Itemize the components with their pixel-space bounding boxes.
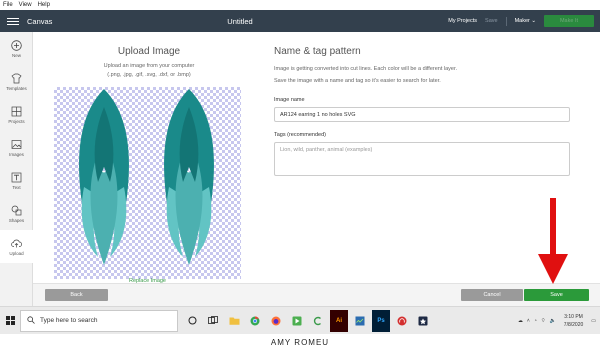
sidebar-item-label: New xyxy=(11,52,21,58)
media-player-icon[interactable] xyxy=(288,310,306,332)
menu-bar: File View Help xyxy=(0,0,600,10)
sidebar-item-upload[interactable]: Upload xyxy=(0,230,33,263)
cancel-button[interactable]: Cancel xyxy=(461,289,523,301)
sidebar-item-images[interactable]: Images xyxy=(0,131,33,164)
form-desc-line-2: Save the image with a name and tag so it… xyxy=(274,78,441,84)
sidebar-item-shapes[interactable]: Shapes xyxy=(0,197,33,230)
upload-column: Upload Image Upload an image from your c… xyxy=(54,46,244,80)
grid-icon xyxy=(11,106,22,117)
plus-icon xyxy=(11,39,22,51)
text-icon xyxy=(11,172,22,183)
clock-time: 3:10 PM xyxy=(564,314,583,320)
app-header: Canvas Untitled My Projects Save Maker ⌄… xyxy=(0,10,600,32)
menu-help[interactable]: Help xyxy=(38,2,50,8)
sidebar: New Templates Projects Images Text Shape… xyxy=(0,32,33,306)
upload-instructions: Upload an image from your computer (.png… xyxy=(54,62,244,80)
cloud-upload-icon xyxy=(11,238,22,249)
cortana-icon[interactable] xyxy=(183,310,201,332)
firefox-icon[interactable] xyxy=(267,310,285,332)
file-explorer-icon[interactable] xyxy=(225,310,243,332)
document-title: Untitled xyxy=(227,16,253,26)
sidebar-item-label: Shapes xyxy=(8,217,25,223)
save-link[interactable]: Save xyxy=(485,18,498,24)
image-caption: AMY ROMEU xyxy=(270,338,330,347)
menu-view[interactable]: View xyxy=(19,2,32,8)
upload-panel: Upload Image Upload an image from your c… xyxy=(33,32,600,306)
image-name-label: Image name xyxy=(274,97,305,103)
sidebar-item-text[interactable]: Text xyxy=(0,164,33,197)
save-button[interactable]: Save xyxy=(524,289,589,301)
upload-subtitle: Upload an image from your computer xyxy=(103,63,195,69)
menu-file[interactable]: File xyxy=(3,2,13,8)
volume-icon[interactable]: 🔈 xyxy=(550,318,556,324)
machine-label: Maker xyxy=(514,18,530,24)
sidebar-item-label: Upload xyxy=(9,250,24,256)
taskbar-apps: Ai Ps xyxy=(183,309,432,332)
task-view-icon[interactable] xyxy=(204,310,222,332)
shirt-icon xyxy=(11,73,22,84)
system-tray: ☁ ˄ ◔ ⌔ 🔈 3:10 PM 7/8/2020 ▭ xyxy=(518,307,596,335)
search-icon xyxy=(27,315,35,326)
sidebar-item-templates[interactable]: Templates xyxy=(0,65,33,98)
taskbar-search-input[interactable]: Type here to search xyxy=(20,309,178,332)
image-name-input[interactable]: AR124 earring 1 no holes SVG xyxy=(274,107,570,122)
illustrator-icon[interactable]: Ai xyxy=(330,309,348,332)
header-divider xyxy=(505,16,507,26)
windows-start-icon[interactable] xyxy=(0,307,20,335)
sidebar-item-new[interactable]: New xyxy=(0,32,33,65)
windows-taskbar: Type here to search Ai Ps ☁ ˄ ◔ ⌔ 🔈 3:10… xyxy=(0,306,600,334)
earring-preview-image xyxy=(79,89,214,265)
network-icon[interactable]: ◔ xyxy=(534,318,537,324)
back-button[interactable]: Back xyxy=(45,289,108,301)
sidebar-item-label: Images xyxy=(9,151,24,157)
machine-select[interactable]: Maker ⌄ xyxy=(515,18,536,24)
task-manager-icon[interactable] xyxy=(351,310,369,332)
tags-input[interactable]: Lion, wild, panther, animal (examples) xyxy=(274,142,570,176)
headphones-app-icon[interactable] xyxy=(393,310,411,332)
earring-left xyxy=(79,89,129,265)
sidebar-item-label: Templates xyxy=(6,85,27,91)
upload-formats: (.png, .jpg, .gif, .svg, .dxf, or .bmp) xyxy=(107,72,191,78)
image-preview xyxy=(54,87,241,279)
chevron-up-icon[interactable]: ˄ xyxy=(527,318,530,324)
bottom-action-bar: Back Cancel Save xyxy=(33,283,600,306)
notifications-icon[interactable]: ▭ xyxy=(591,318,596,324)
wifi-icon[interactable]: ⌔ xyxy=(541,318,546,324)
upload-title: Upload Image xyxy=(117,46,181,57)
clock-date: 7/8/2020 xyxy=(563,322,584,328)
clock[interactable]: 3:10 PM 7/8/2020 xyxy=(564,313,583,329)
form-desc-line-1: Image is getting converted into cut line… xyxy=(274,66,458,72)
form-description: Image is getting converted into cut line… xyxy=(274,63,574,87)
weather-icon[interactable]: ☁ xyxy=(518,318,523,324)
make-it-button[interactable]: Make It xyxy=(544,15,594,27)
cricut-icon[interactable] xyxy=(309,310,327,332)
sidebar-item-label: Text xyxy=(12,184,21,190)
sidebar-item-projects[interactable]: Projects xyxy=(0,98,33,131)
form-title: Name & tag pattern xyxy=(274,46,361,57)
tags-label: Tags (recommended) xyxy=(274,132,326,138)
shapes-icon xyxy=(11,205,22,216)
earring-right xyxy=(164,89,214,265)
name-tag-form: Name & tag pattern Image is getting conv… xyxy=(274,46,574,176)
sidebar-item-label: Projects xyxy=(8,118,25,124)
photoshop-icon[interactable]: Ps xyxy=(372,309,390,332)
mail-app-icon[interactable] xyxy=(414,310,432,332)
chrome-icon[interactable] xyxy=(246,310,264,332)
search-placeholder: Type here to search xyxy=(40,317,98,324)
image-icon xyxy=(11,139,22,150)
chevron-down-icon: ⌄ xyxy=(531,18,536,24)
my-projects-link[interactable]: My Projects xyxy=(448,18,477,24)
